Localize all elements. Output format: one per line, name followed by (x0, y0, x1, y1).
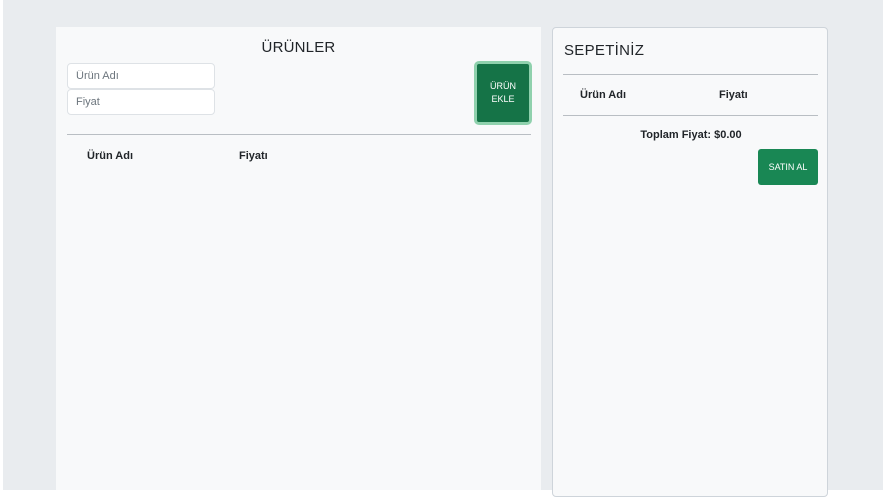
products-column-price: Fiyatı (239, 150, 268, 162)
buy-button[interactable]: SATIN AL (758, 149, 818, 185)
add-button-label-line1: ÜRÜN (490, 81, 516, 91)
cart-column-name: Ürün Adı (580, 89, 627, 101)
products-panel: ÜRÜNLER ÜRÜN EKLE Ürün Adı Fiyatı (56, 27, 541, 490)
add-button-label-line2: EKLE (491, 94, 515, 104)
cart-total: Toplam Fiyat: $0.00 (640, 129, 742, 141)
cart-column-price: Fiyatı (719, 89, 748, 101)
cart-divider-top (563, 74, 818, 75)
products-title: ÜRÜNLER (261, 39, 336, 56)
product-name-input[interactable] (67, 63, 215, 89)
product-price-input[interactable] (67, 89, 215, 115)
products-column-name: Ürün Adı (87, 150, 134, 162)
cart-divider-bottom (563, 115, 818, 116)
products-divider (67, 134, 531, 135)
cart-panel: SEPETİNİZ Ürün Adı Fiyatı Toplam Fiyat: … (552, 27, 828, 497)
cart-title: SEPETİNİZ (564, 42, 645, 59)
add-product-button[interactable]: ÜRÜN EKLE (474, 61, 532, 125)
